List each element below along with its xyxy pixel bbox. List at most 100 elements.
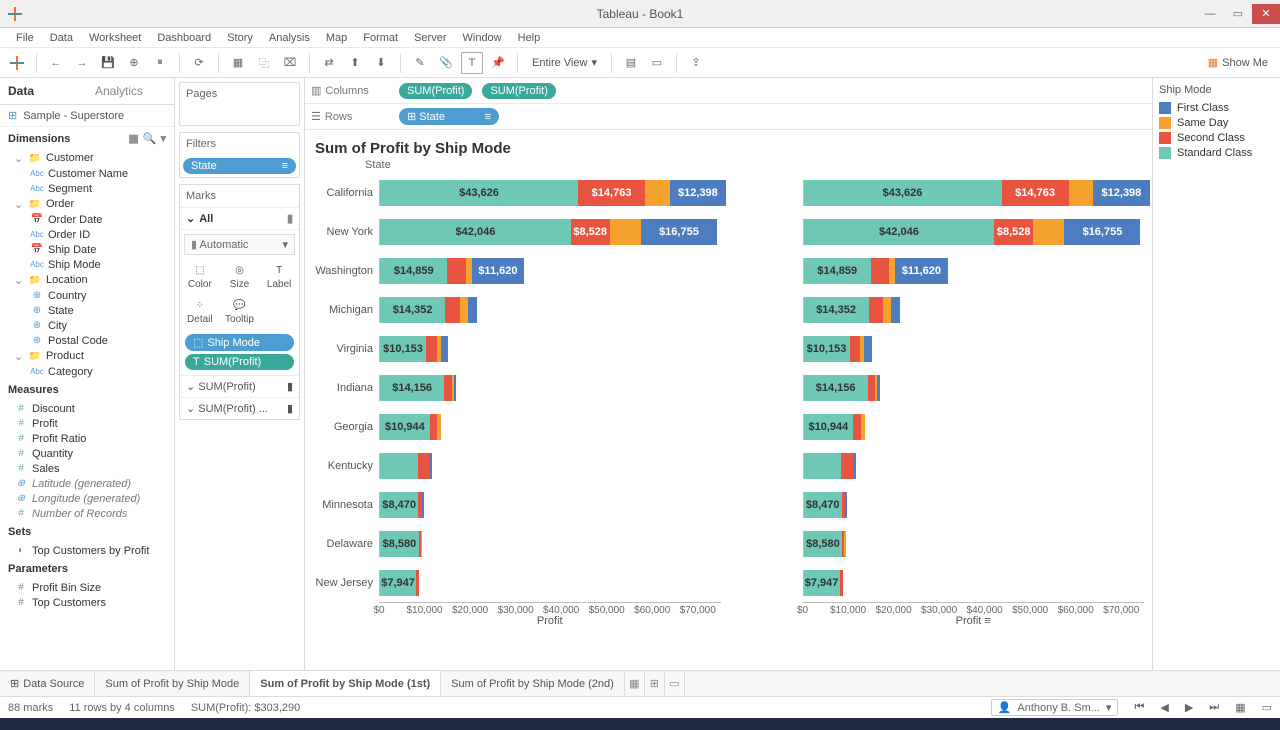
bar-segment[interactable]: $14,763: [578, 180, 645, 206]
marks-axis-1[interactable]: ⌄ SUM(Profit)▮: [180, 375, 299, 397]
pause-button[interactable]: ⏸: [149, 52, 171, 74]
duplicate-button[interactable]: ⿻: [253, 52, 275, 74]
row-pill-state[interactable]: ⊞ State≡: [399, 108, 499, 125]
menu-dashboard[interactable]: Dashboard: [149, 30, 219, 46]
bar-segment[interactable]: [844, 531, 845, 557]
bar-segment[interactable]: $8,470: [804, 492, 842, 518]
bar-segment[interactable]: [430, 453, 432, 479]
sheet-tab[interactable]: Sum of Profit by Ship Mode (1st): [250, 671, 441, 696]
new-sheet-button[interactable]: ▦: [227, 52, 249, 74]
marks-all-toggle[interactable]: ⌄All▮: [180, 207, 299, 230]
bar-area[interactable]: $8,580: [803, 531, 1145, 557]
undo-button[interactable]: ←: [45, 52, 67, 74]
bar-segment[interactable]: [460, 297, 468, 323]
cards-button[interactable]: ▤: [620, 52, 642, 74]
filter-pill-state[interactable]: State≡: [183, 158, 296, 174]
nav-last-icon[interactable]: ⏭: [1209, 701, 1219, 714]
bar-segment[interactable]: [864, 336, 872, 362]
dim-ship-mode[interactable]: AbcShip Mode: [0, 257, 174, 272]
param-item[interactable]: #Top Customers: [0, 595, 174, 610]
menu-file[interactable]: File: [8, 30, 42, 46]
bar-area[interactable]: $10,153: [803, 336, 1145, 362]
bar-segment[interactable]: [645, 180, 670, 206]
group-button[interactable]: 📎: [435, 52, 457, 74]
dim-segment[interactable]: AbcSegment: [0, 181, 174, 196]
bar-segment[interactable]: $14,859: [380, 258, 447, 284]
bar-segment[interactable]: $14,156: [380, 375, 444, 401]
bar-segment[interactable]: $8,580: [804, 531, 843, 557]
bar-segment[interactable]: [426, 336, 436, 362]
nav-next-icon[interactable]: ▶: [1185, 701, 1193, 714]
bar-segment[interactable]: [454, 375, 456, 401]
bar-segment[interactable]: [437, 414, 441, 440]
bar-area[interactable]: $14,156: [803, 375, 1145, 401]
filters-card[interactable]: Filters State≡: [179, 132, 300, 178]
marks-axis-2[interactable]: ⌄ SUM(Profit) ...▮: [180, 397, 299, 419]
measure-profit-ratio[interactable]: #Profit Ratio: [0, 431, 174, 446]
bar-area[interactable]: $14,859 $11,620: [379, 258, 721, 284]
bar-segment[interactable]: [1033, 219, 1064, 245]
new-story-button[interactable]: ▭: [665, 671, 685, 696]
menu-data[interactable]: Data: [42, 30, 81, 46]
measure-profit[interactable]: #Profit: [0, 416, 174, 431]
dim-city[interactable]: ⊕City: [0, 318, 174, 333]
bar-segment[interactable]: $8,580: [380, 531, 419, 557]
bar-segment[interactable]: $10,944: [804, 414, 854, 440]
sort-asc-button[interactable]: ⬆: [344, 52, 366, 74]
bar-segment[interactable]: [447, 258, 465, 284]
dim-group-customer[interactable]: ⌄📁Customer: [0, 150, 174, 166]
legend-item[interactable]: First Class: [1159, 100, 1274, 115]
bar-segment[interactable]: [871, 258, 889, 284]
menu-story[interactable]: Story: [219, 30, 261, 46]
marks-label[interactable]: TLabel: [259, 259, 299, 294]
bar-segment[interactable]: [891, 297, 900, 323]
bar-segment[interactable]: $7,947: [804, 570, 840, 596]
bar-segment[interactable]: [445, 297, 460, 323]
bar-area[interactable]: $14,352: [379, 297, 721, 323]
bar-area[interactable]: $8,470: [803, 492, 1145, 518]
menu-format[interactable]: Format: [355, 30, 406, 46]
bar-area[interactable]: $7,947: [803, 570, 1145, 596]
bar-segment[interactable]: [1069, 180, 1094, 206]
minimize-button[interactable]: —: [1196, 4, 1224, 24]
bar-segment[interactable]: $42,046: [804, 219, 995, 245]
bar-segment[interactable]: $14,352: [380, 297, 445, 323]
dim-customer-name[interactable]: AbcCustomer Name: [0, 166, 174, 181]
new-dashboard-button[interactable]: ⊞: [645, 671, 665, 696]
dim-order-date[interactable]: 📅Order Date: [0, 212, 174, 227]
nav-prev-icon[interactable]: ◀: [1160, 701, 1168, 714]
measure-number-of-records[interactable]: #Number of Records: [0, 506, 174, 521]
bar-area[interactable]: $7,947: [379, 570, 721, 596]
pages-card[interactable]: Pages: [179, 82, 300, 126]
dim-postal-code[interactable]: ⊕Postal Code: [0, 333, 174, 348]
bar-area[interactable]: $10,944: [803, 414, 1145, 440]
bar-segment[interactable]: $14,859: [804, 258, 871, 284]
legend-item[interactable]: Same Day: [1159, 115, 1274, 130]
mark-type-selector[interactable]: ▮ Automatic▾: [184, 234, 295, 255]
share-button[interactable]: ⇪: [685, 52, 707, 74]
legend-item[interactable]: Second Class: [1159, 130, 1274, 145]
marks-size[interactable]: ◎Size: [220, 259, 260, 294]
dim-category[interactable]: AbcCategory: [0, 364, 174, 379]
pill-sumprofit[interactable]: TSUM(Profit): [185, 354, 294, 370]
bar-segment[interactable]: $11,620: [472, 258, 525, 284]
bar-segment[interactable]: [444, 375, 452, 401]
col-pill-1[interactable]: SUM(Profit): [399, 83, 472, 99]
clear-button[interactable]: ⌧: [279, 52, 301, 74]
menu-worksheet[interactable]: Worksheet: [81, 30, 149, 46]
presentation-button[interactable]: ▭: [646, 52, 668, 74]
bar-area[interactable]: $43,626$14,763$12,398: [803, 180, 1145, 206]
highlight-button[interactable]: ✎: [409, 52, 431, 74]
tableau-logo-button[interactable]: [6, 52, 28, 74]
bar-area[interactable]: $14,352: [803, 297, 1145, 323]
sort-desc-button[interactable]: ⬇: [370, 52, 392, 74]
menu-icon[interactable]: ▾: [160, 132, 166, 145]
dim-group-location[interactable]: ⌄📁Location: [0, 272, 174, 288]
dim-country[interactable]: ⊕Country: [0, 288, 174, 303]
bar-segment[interactable]: $42,046: [380, 219, 571, 245]
bar-area[interactable]: $14,156: [379, 375, 721, 401]
set-item[interactable]: ◐Top Customers by Profit: [0, 543, 174, 558]
measure-longitude--generated-[interactable]: ⊕Longitude (generated): [0, 491, 174, 506]
pill-shipmode[interactable]: ⬚Ship Mode: [185, 334, 294, 351]
fit-selector[interactable]: Entire View▾: [526, 54, 603, 71]
